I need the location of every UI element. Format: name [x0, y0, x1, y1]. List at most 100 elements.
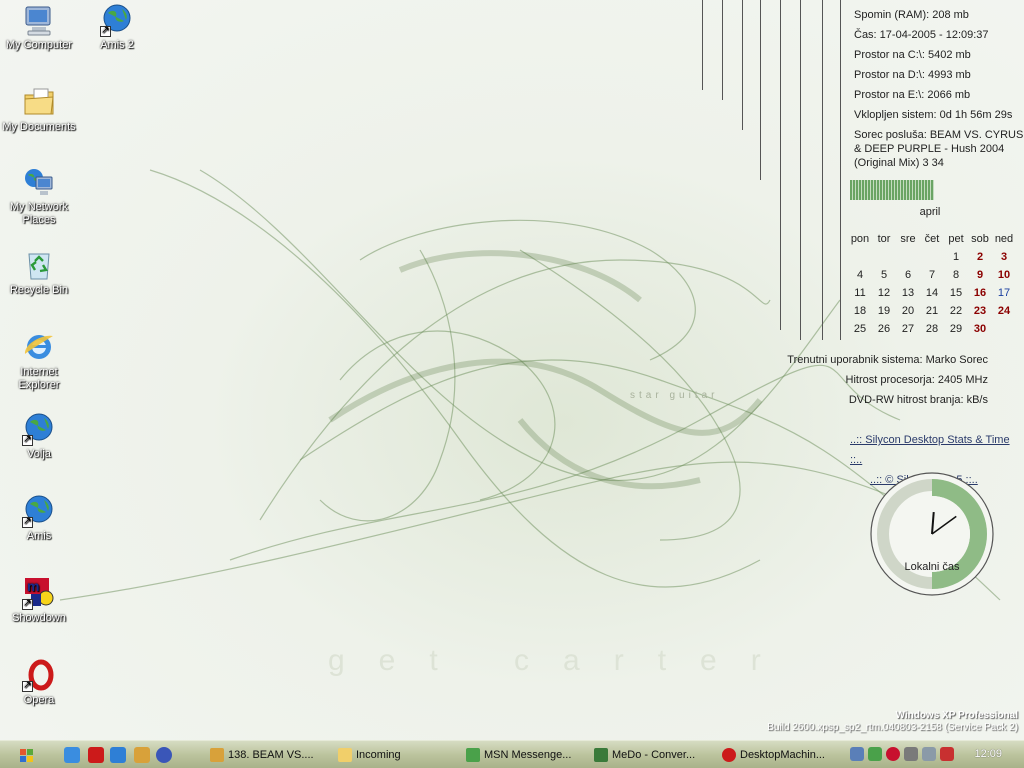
calendar-day[interactable]: 23	[968, 302, 992, 320]
desktop-icon-label: My Documents	[2, 121, 76, 133]
decor-line	[722, 0, 723, 100]
stats-link[interactable]: ..:: Silycon Desktop Stats & Time ::..	[850, 430, 1024, 470]
shortcut-arrow-icon	[22, 597, 33, 610]
tray-drive-icon[interactable]	[922, 747, 936, 761]
desktop-icon-amis[interactable]: Amis	[0, 494, 78, 543]
tray-settings-icon[interactable]	[904, 747, 918, 761]
calendar-day[interactable]: 22	[944, 302, 968, 320]
desktop-icon-internet-explorer[interactable]: Internet Explorer	[0, 330, 78, 392]
globe-shortcut-icon	[22, 494, 56, 528]
quicklaunch-winamp-icon[interactable]	[134, 747, 150, 763]
tray-network-icon[interactable]	[850, 747, 864, 761]
calendar-day	[872, 248, 896, 266]
desktop-icon-showdown[interactable]: m Showdown	[0, 576, 78, 625]
calendar-day[interactable]: 1	[944, 248, 968, 266]
winamp-icon	[210, 748, 224, 762]
quicklaunch-ie-icon[interactable]	[64, 747, 80, 763]
shortcut-arrow-icon	[100, 24, 111, 37]
tray-msn-icon[interactable]	[868, 747, 882, 761]
desktop-icon-opera[interactable]: Opera	[0, 658, 78, 707]
desktop-icon-my-computer[interactable]: My Computer	[0, 3, 78, 52]
calendar-day[interactable]: 28	[920, 320, 944, 338]
weekday-label: sob	[971, 233, 989, 245]
tray-security-icon[interactable]	[940, 747, 954, 761]
calendar-day[interactable]: 16	[968, 284, 992, 302]
quicklaunch-opera-icon[interactable]	[88, 747, 104, 763]
stat-ram: Spomin (RAM): 208 mb	[854, 9, 969, 21]
calendar-weekday-row: pon tor sre čet pet sob ned	[848, 230, 1016, 248]
calendar-day[interactable]: 30	[968, 320, 992, 338]
task-incoming[interactable]: Incoming	[334, 744, 456, 767]
desktop-icon-my-network-places[interactable]: My Network Places	[0, 165, 78, 227]
calendar-day[interactable]: 6	[896, 266, 920, 284]
task-label: MSN Messenge...	[484, 749, 572, 761]
calendar-day[interactable]: 26	[872, 320, 896, 338]
stat-now-playing: Sorec posluša: BEAM VS. CYRUS & DEEP PUR…	[854, 129, 1024, 169]
opera-icon	[22, 658, 56, 692]
desktop-icon-volja[interactable]: Volja	[0, 412, 78, 461]
globe-shortcut-icon	[22, 412, 56, 446]
tray-antivirus-icon[interactable]	[886, 747, 900, 761]
calendar-day[interactable]: 11	[848, 284, 872, 302]
stat-disk-e: Prostor na E:\: 2066 mb	[854, 89, 971, 101]
calendar-week-row: 18 19 20 21 22 23 24	[848, 302, 1016, 320]
calendar-day[interactable]: 7	[920, 266, 944, 284]
calendar-day	[920, 248, 944, 266]
task-desktopmachine[interactable]: DesktopMachin...	[718, 744, 840, 767]
start-button[interactable]	[8, 745, 46, 765]
stat-disk-d: Prostor na D:\: 4993 mb	[854, 69, 971, 81]
calendar-day	[992, 320, 1016, 338]
task-label: 138. BEAM VS....	[228, 749, 314, 761]
wallpaper-text-b: get carter	[328, 644, 795, 677]
calendar-day[interactable]: 12	[872, 284, 896, 302]
desktop-icon-label: Amis 2	[100, 39, 134, 51]
svg-text:m: m	[27, 578, 39, 594]
calendar-day[interactable]: 27	[896, 320, 920, 338]
network-places-icon	[22, 165, 56, 199]
calendar-grid: pon tor sre čet pet sob ned 1 2 3 4 5 6 7 8 9 10 1…	[848, 230, 1016, 338]
calendar-day[interactable]: 18	[848, 302, 872, 320]
system-stats-widget: Spomin (RAM): 208 mb Čas: 17-04-2005 - 1…	[854, 8, 1024, 176]
calendar-day[interactable]: 4	[848, 266, 872, 284]
calendar-day[interactable]: 13	[896, 284, 920, 302]
desktop-icon-amis-2[interactable]: Amis 2	[78, 3, 156, 52]
calendar-day[interactable]: 20	[896, 302, 920, 320]
task-winamp[interactable]: 138. BEAM VS....	[206, 744, 328, 767]
weekday-label: tor	[877, 233, 891, 245]
calendar-day[interactable]: 19	[872, 302, 896, 320]
windows-edition: Windows XP Professional	[895, 710, 1018, 721]
calendar-week-row: 25 26 27 28 29 30	[848, 320, 1016, 338]
calendar-day[interactable]: 21	[920, 302, 944, 320]
stat-disk-c: Prostor na C:\: 5402 mb	[854, 49, 971, 61]
calendar-day[interactable]: 5	[872, 266, 896, 284]
calendar-day[interactable]: 14	[920, 284, 944, 302]
calendar-day[interactable]: 8	[944, 266, 968, 284]
tray-clock[interactable]: 12:09	[974, 748, 1002, 760]
desktop-icon-my-documents[interactable]: My Documents	[0, 85, 78, 134]
quicklaunch-media-player-icon[interactable]	[156, 747, 172, 763]
calendar-day[interactable]: 9	[968, 266, 992, 284]
task-msn-messenger[interactable]: MSN Messenge...	[462, 744, 584, 767]
task-medo-conversation[interactable]: MeDo - Conver...	[590, 744, 712, 767]
decor-line	[800, 0, 801, 340]
calendar-day[interactable]: 3	[992, 248, 1016, 266]
calendar-day[interactable]: 10	[992, 266, 1016, 284]
shortcut-arrow-icon	[22, 515, 33, 528]
calendar-day[interactable]: 2	[968, 248, 992, 266]
info-cpu: Hitrost procesorja: 2405 MHz	[845, 374, 988, 386]
calendar-day[interactable]: 15	[944, 284, 968, 302]
desktop-icon-label: My Computer	[5, 39, 73, 51]
weekday-label: ned	[994, 233, 1014, 245]
decor-line	[702, 0, 703, 90]
calendar-day[interactable]: 29	[944, 320, 968, 338]
calendar-day[interactable]: 17	[992, 284, 1016, 302]
quicklaunch-explorer-icon[interactable]	[110, 747, 126, 763]
info-dvd: DVD-RW hitrost branja: kB/s	[848, 394, 988, 406]
desktop-icon-label: Opera	[23, 694, 55, 706]
calendar-day[interactable]: 24	[992, 302, 1016, 320]
desktop-icon-recycle-bin[interactable]: Recycle Bin	[0, 248, 78, 297]
desktop-icon-label: Volja	[27, 448, 51, 460]
calendar-day[interactable]: 25	[848, 320, 872, 338]
task-label: Incoming	[356, 749, 401, 761]
taskbar: 138. BEAM VS.... Incoming MSN Messenge..…	[0, 740, 1024, 768]
